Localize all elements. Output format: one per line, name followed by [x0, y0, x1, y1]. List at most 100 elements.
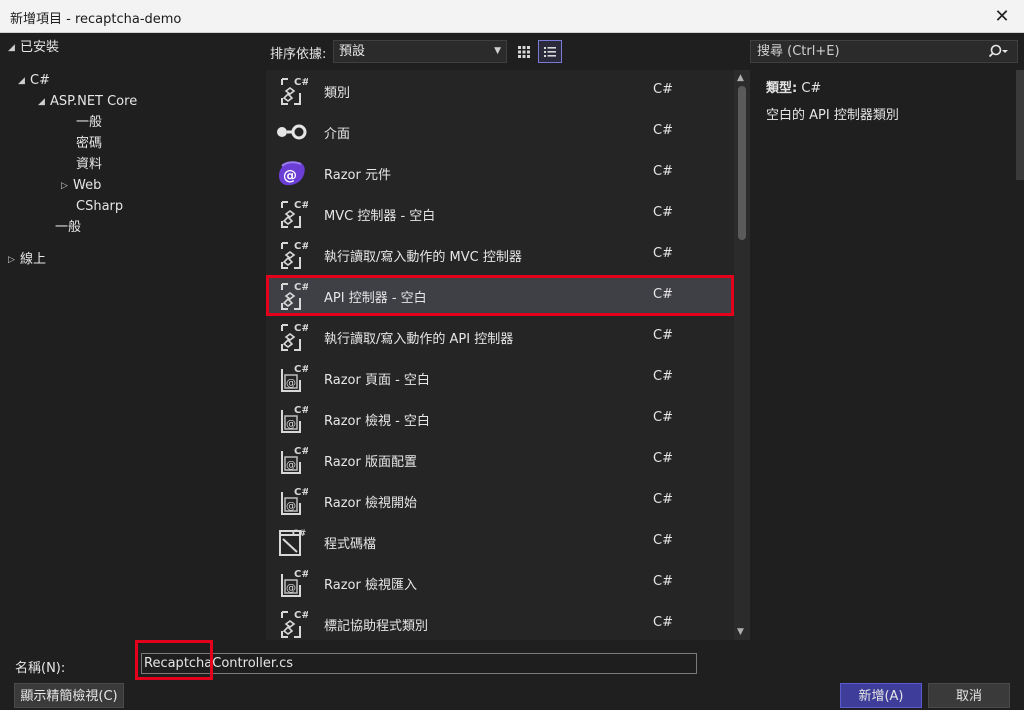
template-row[interactable]: C# 執行讀取/寫入動作的 API 控制器 C# — [266, 316, 734, 357]
template-row[interactable]: @ C# Razor 檢視開始 C# — [266, 480, 734, 521]
tree-node-code[interactable]: 密碼 — [76, 134, 102, 154]
template-name: Razor 檢視 - 空白 — [324, 414, 430, 429]
scroll-up-icon[interactable]: ▲ — [737, 73, 744, 83]
sort-label: 排序依據: — [270, 47, 327, 62]
template-language: C# — [653, 574, 673, 589]
svg-text:C#: C# — [294, 323, 308, 334]
expanded-icon: ◢ — [18, 76, 25, 86]
template-name: 程式碼檔 — [324, 537, 377, 552]
tree-node-csharp[interactable]: ◢ C# — [18, 71, 50, 91]
scroll-down-icon[interactable]: ▼ — [737, 627, 744, 637]
title-bar: 新增項目 - recaptcha-demo ✕ — [0, 0, 1024, 33]
template-language: C# — [653, 533, 673, 548]
cancel-button[interactable]: 取消 — [928, 683, 1010, 708]
name-label: 名稱(N): — [15, 661, 66, 676]
add-button[interactable]: 新增(A) — [840, 683, 922, 708]
tree-label: ASP.NET Core — [50, 94, 138, 109]
compact-view-button[interactable]: 顯示精簡檢視(C) — [14, 683, 124, 708]
template-row[interactable]: C# 標記協助程式類別 C# — [266, 603, 734, 640]
search-icon[interactable] — [987, 43, 1009, 61]
tree-node-general2[interactable]: 一般 — [55, 218, 81, 238]
svg-text:@: @ — [286, 460, 296, 471]
template-name: Razor 頁面 - 空白 — [324, 373, 430, 388]
template-language: C# — [653, 205, 673, 220]
template-row[interactable]: C# 類別 C# — [266, 70, 734, 111]
svg-text:C#: C# — [294, 446, 308, 457]
svg-text:C#: C# — [294, 569, 308, 580]
template-language: C# — [653, 164, 673, 179]
template-name: 類別 — [324, 86, 351, 101]
tree-node-csharp-sub[interactable]: CSharp — [76, 197, 123, 217]
type-line: 類型: C# — [766, 77, 1016, 96]
list-scrollbar[interactable]: ▲ ▼ — [734, 70, 750, 640]
list-view-button[interactable] — [538, 40, 562, 63]
template-name: API 控制器 - 空白 — [324, 291, 427, 306]
tree-label: 一般 — [76, 115, 103, 130]
template-row[interactable]: C# API 控制器 - 空白 C# — [266, 275, 734, 316]
template-row[interactable]: @ C# Razor 檢視 - 空白 C# — [266, 398, 734, 439]
window-title: 新增項目 - recaptcha-demo — [10, 12, 182, 27]
tree-node-general[interactable]: 一般 — [76, 113, 102, 133]
template-description: 空白的 API 控制器類別 — [766, 108, 899, 123]
scroll-thumb[interactable] — [738, 86, 746, 240]
template-row[interactable]: @ Razor 元件 C# — [266, 152, 734, 193]
svg-text:C#: C# — [294, 241, 308, 252]
expanded-icon: ◢ — [8, 43, 15, 53]
template-language: C# — [653, 492, 673, 507]
type-value: C# — [801, 81, 822, 96]
razor-page-icon: @ C# — [274, 361, 310, 395]
svg-text:C#: C# — [294, 200, 308, 211]
template-row[interactable]: @ C# Razor 檢視匯入 C# — [266, 562, 734, 603]
tree-node-aspnet[interactable]: ◢ ASP.NET Core — [38, 92, 137, 112]
template-row[interactable]: @ C# Razor 頁面 - 空白 C# — [266, 357, 734, 398]
list-icon — [544, 46, 556, 57]
search-input[interactable] — [751, 41, 987, 62]
close-icon[interactable]: ✕ — [988, 4, 1016, 28]
svg-text:C#: C# — [294, 282, 308, 293]
details-pane: 類型: C# 空白的 API 控制器類別 — [766, 77, 1016, 123]
razor-page-icon: @ C# — [274, 443, 310, 477]
svg-text:C#: C# — [294, 77, 308, 88]
tree-node-web[interactable]: ▷ Web — [61, 176, 101, 196]
template-row[interactable]: C# 執行讀取/寫入動作的 MVC 控制器 C# — [266, 234, 734, 275]
sort-select[interactable]: 預設 ▼ — [333, 40, 507, 63]
razor-page-icon: @ C# — [274, 484, 310, 518]
template-row[interactable]: C# 程式碼檔 C# — [266, 521, 734, 562]
svg-text:@: @ — [286, 419, 296, 430]
collapsed-icon: ▷ — [61, 181, 68, 191]
svg-text:@: @ — [283, 168, 297, 184]
collapsed-icon: ▷ — [8, 255, 15, 265]
tree-label: 一般 — [55, 220, 82, 235]
tree-label: C# — [30, 73, 50, 88]
tree-node-installed[interactable]: ◢ 已安裝 — [8, 38, 59, 58]
svg-text:C#: C# — [294, 487, 308, 498]
code-file-icon: C# — [274, 525, 308, 559]
grid-view-button[interactable] — [512, 40, 536, 63]
name-field[interactable] — [141, 653, 697, 674]
template-name: MVC 控制器 - 空白 — [324, 209, 436, 224]
tree-node-data[interactable]: 資料 — [76, 155, 102, 175]
tree-node-online[interactable]: ▷ 線上 — [8, 250, 46, 270]
template-language: C# — [653, 328, 673, 343]
template-row[interactable]: 介面 C# — [266, 111, 734, 152]
cs-class-icon: C# — [274, 279, 310, 313]
template-name: 執行讀取/寫入動作的 MVC 控制器 — [324, 250, 522, 265]
template-language: C# — [653, 82, 673, 97]
chevron-down-icon: ▼ — [494, 46, 501, 56]
svg-text:@: @ — [286, 378, 296, 389]
template-language: C# — [653, 246, 673, 261]
template-language: C# — [653, 123, 673, 138]
tree-label: 資料 — [76, 157, 103, 172]
dialog-body: ◢ 已安裝 ◢ C# ◢ ASP.NET Core 一般 密碼 資料 ▷ Web CSh… — [0, 33, 1024, 710]
footer: 名稱(N): 顯示精簡檢視(C) 新增(A) 取消 — [0, 640, 1024, 710]
tree-label: 線上 — [20, 252, 47, 267]
template-name: 標記協助程式類別 — [324, 619, 429, 634]
template-row[interactable]: @ C# Razor 版面配置 C# — [266, 439, 734, 480]
template-language: C# — [653, 451, 673, 466]
details-scrollbar[interactable] — [1016, 70, 1024, 180]
template-language: C# — [653, 369, 673, 384]
template-name: Razor 元件 — [324, 168, 391, 183]
template-row[interactable]: C# MVC 控制器 - 空白 C# — [266, 193, 734, 234]
template-name: Razor 檢視匯入 — [324, 578, 417, 593]
svg-text:@: @ — [286, 583, 296, 594]
